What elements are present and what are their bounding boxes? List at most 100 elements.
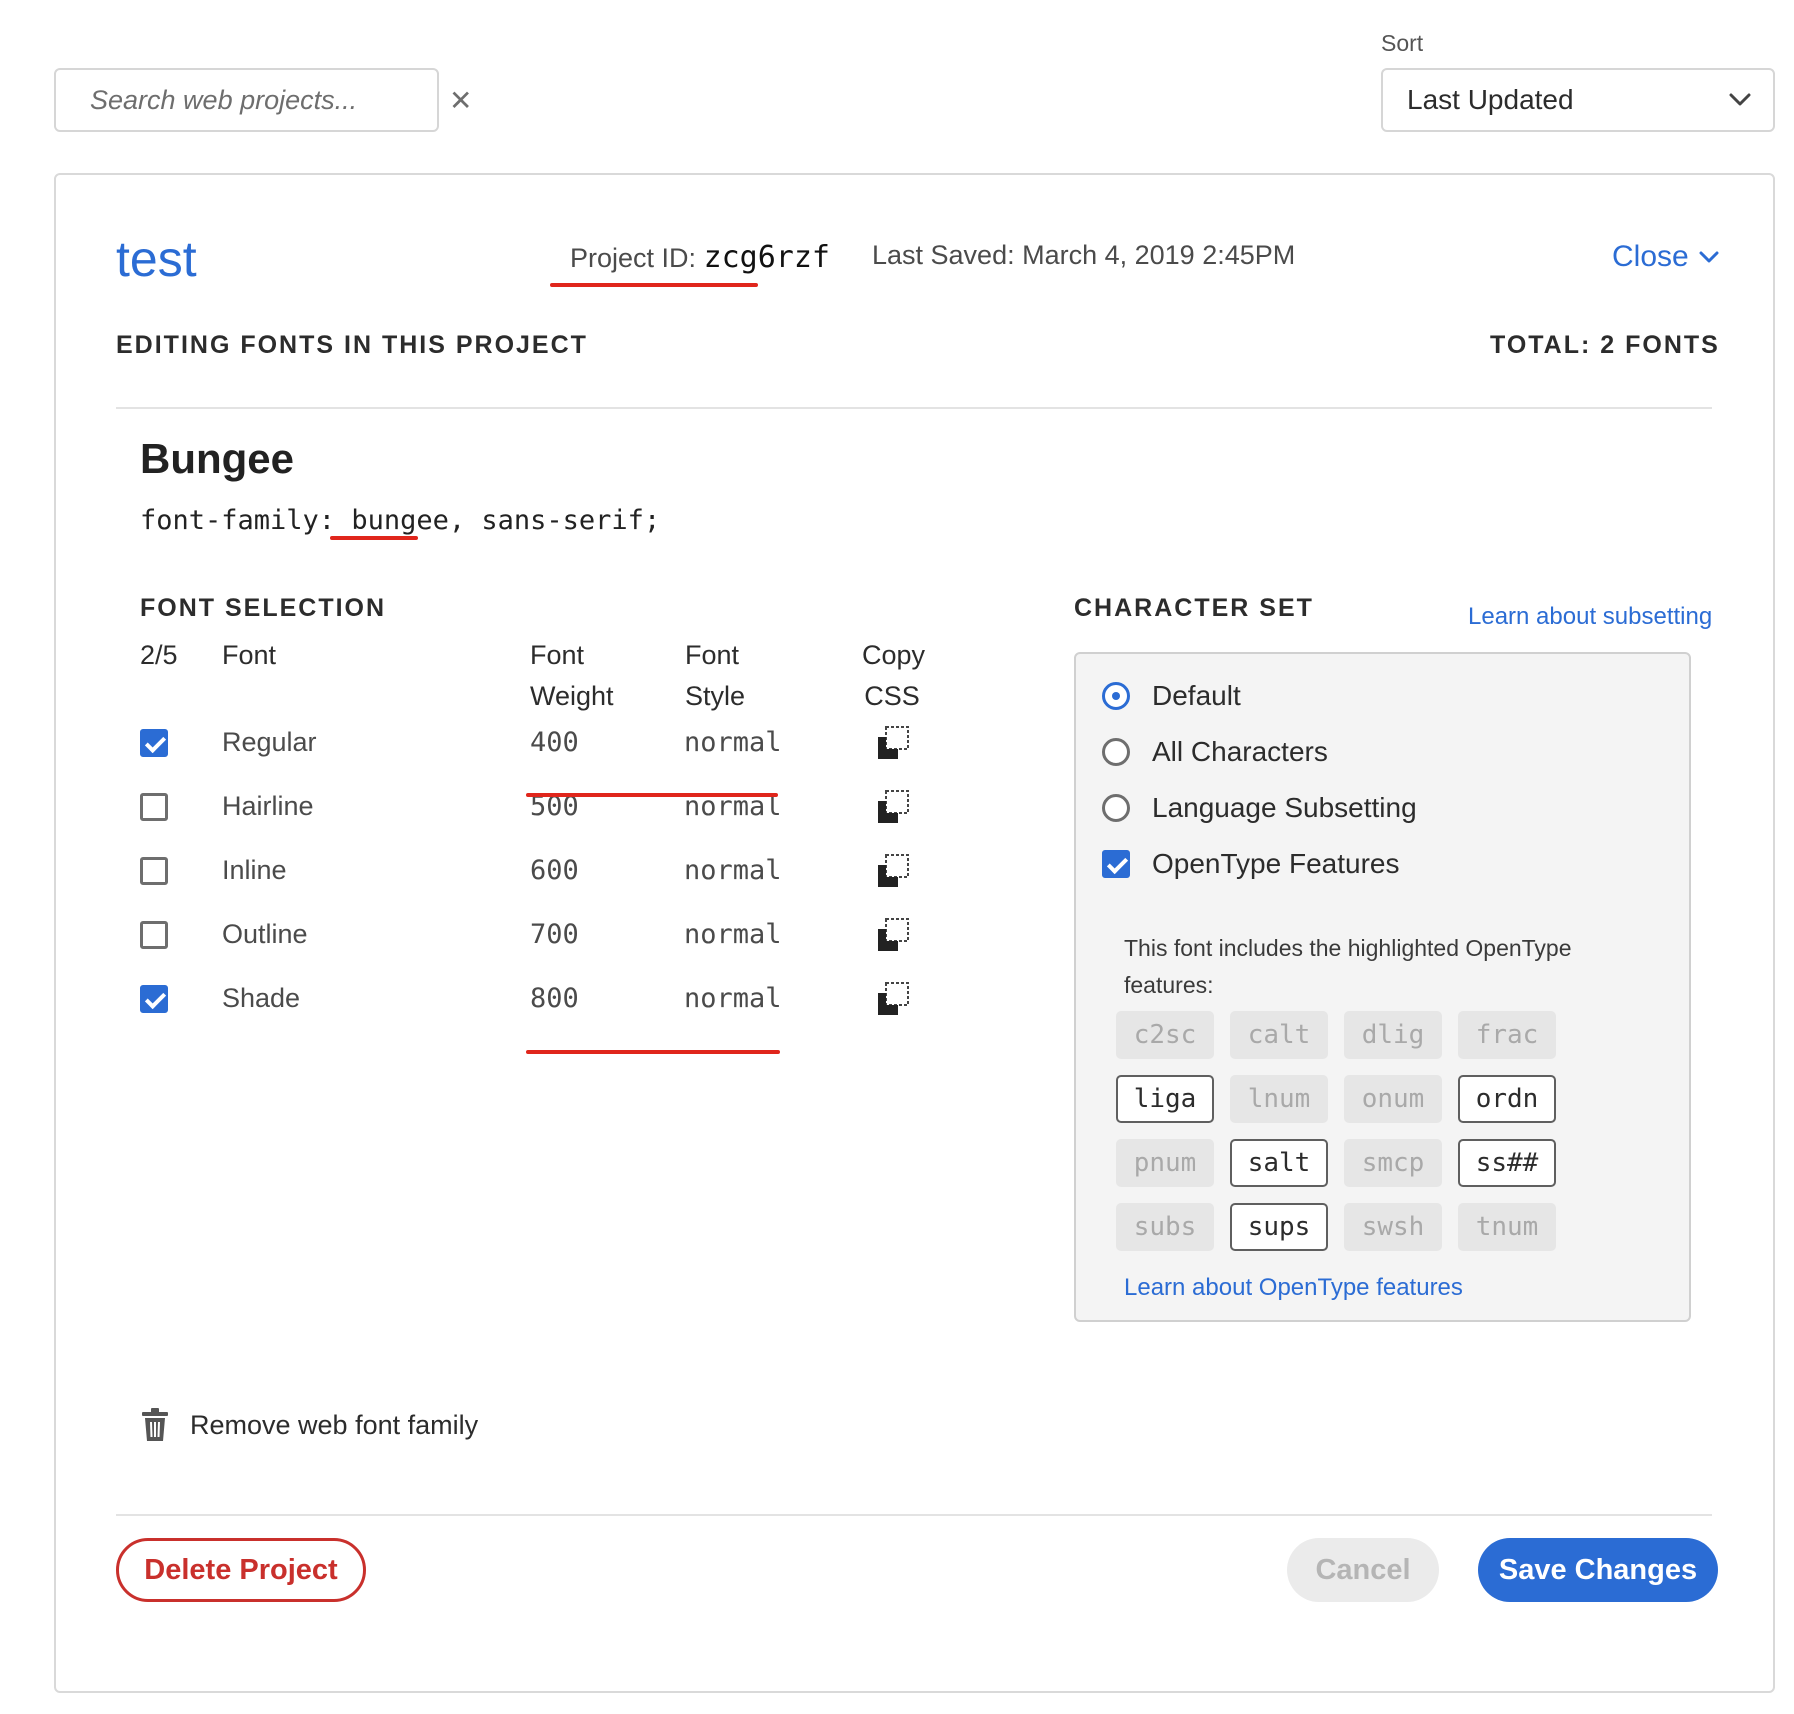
total-fonts: TOTAL: 2 FONTS <box>1490 331 1720 359</box>
sort-select[interactable]: Last Updated <box>1381 68 1775 132</box>
weight-header: Font Weight <box>530 640 614 711</box>
font-row: Outline 700 normal <box>140 909 909 965</box>
font-row: Regular 400 normal <box>140 717 909 773</box>
font-name: Inline <box>222 855 287 885</box>
css-suffix: , sans-serif; <box>448 505 661 536</box>
copy-css-icon[interactable] <box>876 853 912 889</box>
chevron-down-icon <box>1729 93 1751 106</box>
font-family-css: font-family: bungee, sans-serif; <box>140 505 660 536</box>
style-header: Font Style <box>685 640 746 711</box>
font-checkbox[interactable] <box>140 985 168 1013</box>
font-weight: 400 <box>530 727 579 758</box>
font-style: normal <box>684 855 782 886</box>
opentype-feature-tag: ordn <box>1458 1075 1556 1123</box>
radio-button[interactable] <box>1102 682 1130 710</box>
opentype-feature-tag: smcp <box>1344 1139 1442 1187</box>
annotation-underline <box>330 536 418 540</box>
learn-opentype-link[interactable]: Learn about OpenType features <box>1124 1274 1463 1302</box>
font-name: Hairline <box>222 791 314 821</box>
font-checkbox[interactable] <box>140 793 168 821</box>
font-row: Hairline 500 normal <box>140 781 909 837</box>
close-button[interactable]: Close <box>1612 240 1719 274</box>
copy-css-icon[interactable] <box>876 789 912 825</box>
charset-option[interactable]: OpenType Features <box>1102 848 1399 880</box>
learn-subsetting-link[interactable]: Learn about subsetting <box>1468 603 1712 631</box>
font-weight: 700 <box>530 919 579 950</box>
radio-button[interactable] <box>1102 738 1130 766</box>
character-set-heading: CHARACTER SET <box>1074 594 1314 622</box>
copy-css-icon[interactable] <box>876 917 912 953</box>
save-changes-button[interactable]: Save Changes <box>1478 1538 1718 1602</box>
font-style: normal <box>684 727 782 758</box>
last-saved: Last Saved: March 4, 2019 2:45PM <box>872 240 1296 270</box>
close-icon[interactable]: ✕ <box>449 84 472 117</box>
delete-project-button[interactable]: Delete Project <box>116 1538 366 1602</box>
cancel-button[interactable]: Cancel <box>1287 1538 1439 1602</box>
opentype-feature-tag: calt <box>1230 1011 1328 1059</box>
divider <box>116 407 1712 409</box>
opentype-description: This font includes the highlighted OpenT… <box>1124 935 1572 998</box>
font-style: normal <box>684 983 782 1014</box>
font-name: Outline <box>222 919 308 949</box>
remove-family-button[interactable]: Remove web font family <box>140 1408 478 1442</box>
charset-option[interactable]: All Characters <box>1102 736 1328 768</box>
opentype-feature-tag: ss## <box>1458 1139 1556 1187</box>
count-header: 2/5 <box>140 640 178 670</box>
close-button-label: Close <box>1612 240 1689 273</box>
sort-selected-value: Last Updated <box>1407 84 1574 115</box>
project-id: Project ID: zcg6rzf <box>570 240 830 275</box>
opentype-feature-tag: tnum <box>1458 1203 1556 1251</box>
copy-css-icon[interactable] <box>876 725 912 761</box>
annotation-underline <box>526 1050 780 1054</box>
editing-heading: EDITING FONTS IN THIS PROJECT <box>116 331 588 359</box>
search-input[interactable] <box>90 84 449 116</box>
charset-option-label: Default <box>1152 680 1241 711</box>
checkbox[interactable] <box>1102 850 1130 878</box>
project-id-value: zcg6rzf <box>703 240 830 275</box>
opentype-feature-tag: frac <box>1458 1011 1556 1059</box>
radio-button[interactable] <box>1102 794 1130 822</box>
charset-option-label: OpenType Features <box>1152 848 1400 879</box>
font-selection-heading: FONT SELECTION <box>140 594 387 622</box>
charset-option[interactable]: Language Subsetting <box>1102 792 1417 824</box>
css-slug: bungee <box>351 505 449 536</box>
sort-label: Sort <box>1381 30 1424 56</box>
font-header: Font <box>222 640 277 670</box>
font-weight: 600 <box>530 855 579 886</box>
chevron-down-icon <box>1699 251 1719 262</box>
font-checkbox[interactable] <box>140 857 168 885</box>
opentype-feature-tag: pnum <box>1116 1139 1214 1187</box>
font-row: Shade 800 normal <box>140 973 909 1029</box>
opentype-feature-tag: subs <box>1116 1203 1214 1251</box>
charset-option[interactable]: Default <box>1102 680 1241 712</box>
opentype-feature-tag: liga <box>1116 1075 1214 1123</box>
character-set-panel: Default All Characters Language Subsetting… <box>1074 652 1691 1322</box>
remove-family-label: Remove web font family <box>190 1409 479 1440</box>
font-row: Inline 600 normal <box>140 845 909 901</box>
charset-option-label: All Characters <box>1152 736 1328 767</box>
project-id-label: Project ID: <box>570 243 697 273</box>
trash-icon <box>142 1408 168 1441</box>
opentype-feature-tag: swsh <box>1344 1203 1442 1251</box>
opentype-feature-tag: salt <box>1230 1139 1328 1187</box>
search-box[interactable]: ✕ <box>54 68 472 132</box>
font-checkbox[interactable] <box>140 921 168 949</box>
opentype-feature-tag: lnum <box>1230 1075 1328 1123</box>
annotation-underline <box>550 283 758 287</box>
copy-css-icon[interactable] <box>876 981 912 1017</box>
font-family-name: Bungee <box>140 435 295 482</box>
css-prefix: font-family: <box>140 505 352 536</box>
font-name: Regular <box>222 727 317 757</box>
opentype-feature-tag: onum <box>1344 1075 1442 1123</box>
font-checkbox[interactable] <box>140 729 168 757</box>
opentype-feature-grid: c2sc calt dlig frac liga lnum onum ordn pnum salt… <box>1116 1011 1576 1251</box>
opentype-feature-tag: sups <box>1230 1203 1328 1251</box>
divider <box>116 1514 1712 1516</box>
opentype-feature-tag: dlig <box>1344 1011 1442 1059</box>
font-weight: 800 <box>530 983 579 1014</box>
font-style: normal <box>684 919 782 950</box>
project-name[interactable]: test <box>116 230 197 288</box>
charset-option-label: Language Subsetting <box>1152 792 1417 823</box>
opentype-feature-tag: c2sc <box>1116 1011 1214 1059</box>
font-name: Shade <box>222 983 301 1013</box>
